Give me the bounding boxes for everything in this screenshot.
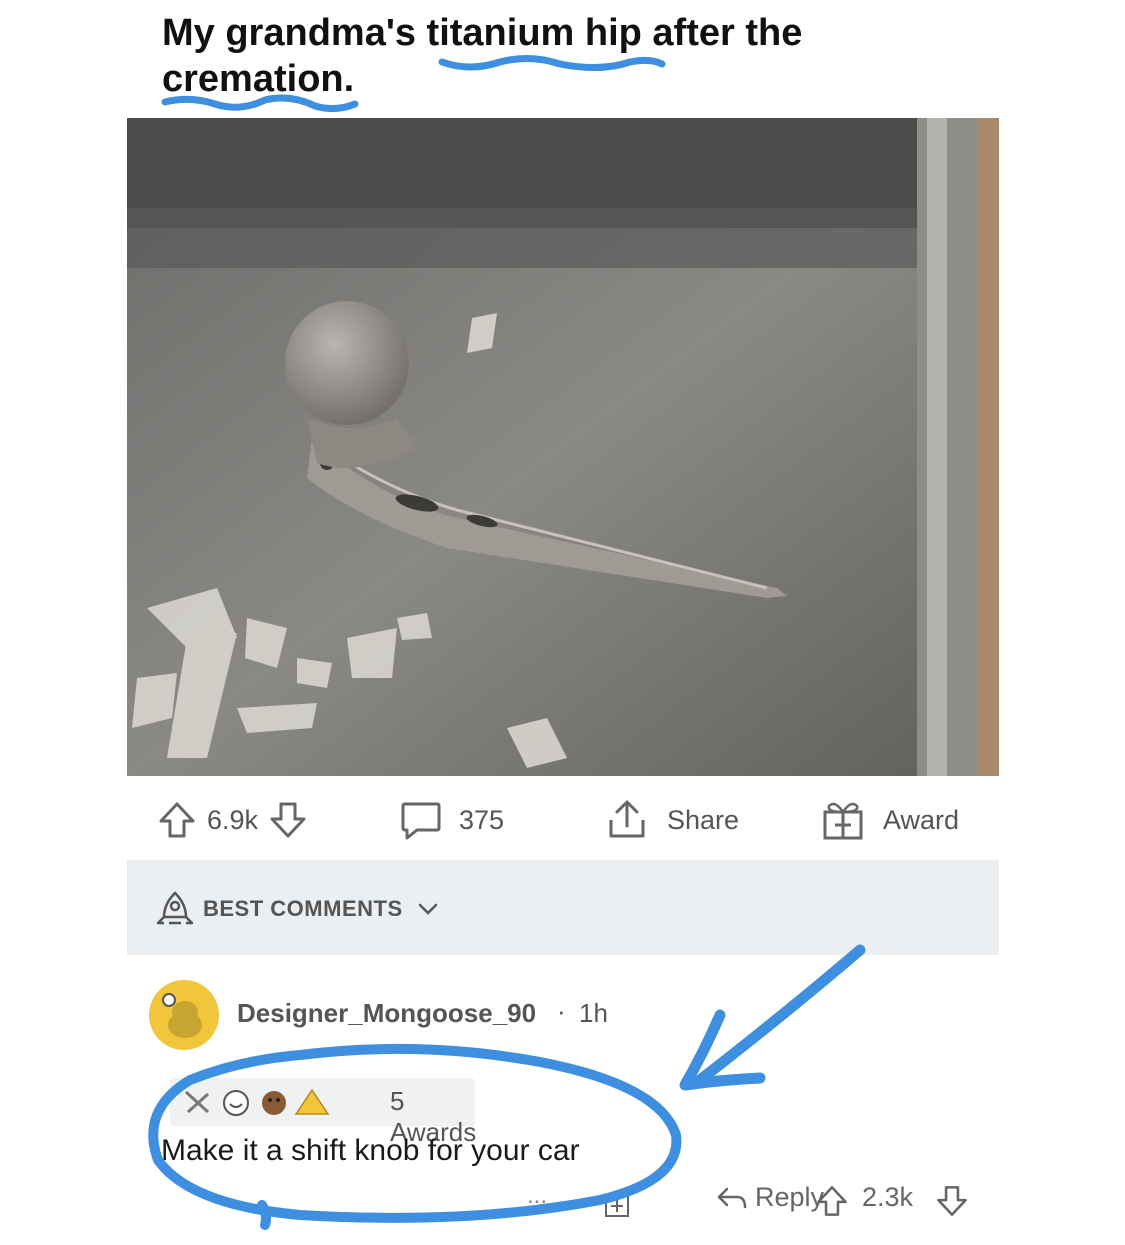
upvote-icon[interactable] bbox=[157, 800, 197, 840]
comment-sort-bar[interactable]: BEST COMMENTS bbox=[127, 860, 999, 955]
award-comment-icon[interactable] bbox=[603, 1190, 631, 1218]
comment-downvote-icon[interactable] bbox=[935, 1184, 969, 1218]
award-icon-4 bbox=[294, 1088, 330, 1115]
comment-body: Make it a shift knob for your car bbox=[161, 1134, 580, 1167]
comment-bubble-icon bbox=[401, 802, 441, 840]
reply-button[interactable]: Reply bbox=[715, 1182, 824, 1213]
reply-arrow-icon bbox=[717, 1187, 747, 1208]
chevron-down-icon bbox=[418, 903, 438, 915]
awards-row[interactable]: 5 Awards bbox=[170, 1078, 476, 1147]
post-title: My grandma's titanium hip after the crem… bbox=[162, 12, 803, 100]
share-label: Share bbox=[667, 804, 740, 835]
post-action-bar: 6.9k 375 Share Award bbox=[127, 790, 999, 850]
award-icon-2 bbox=[223, 1090, 249, 1116]
comment-upvote-icon[interactable] bbox=[815, 1184, 849, 1218]
reply-label: Reply bbox=[755, 1182, 825, 1212]
award-icon-1 bbox=[184, 1090, 210, 1114]
meta-separator: · bbox=[557, 996, 566, 1026]
vote-control: 6.9k bbox=[157, 790, 308, 850]
share-button[interactable]: Share bbox=[605, 790, 739, 850]
share-icon bbox=[609, 800, 645, 838]
comment-count: 375 bbox=[459, 804, 505, 835]
comment: Designer_Mongoose_90 · 1h 5 Awards Make … bbox=[127, 960, 999, 1245]
post-photo bbox=[127, 118, 999, 776]
award-icon-3 bbox=[262, 1091, 286, 1115]
comment-age: 1h bbox=[579, 998, 608, 1028]
award-label: Award bbox=[883, 804, 960, 835]
award-icons bbox=[184, 1088, 330, 1116]
award-button[interactable]: Award bbox=[821, 790, 959, 850]
gift-icon bbox=[823, 802, 863, 840]
comments-button[interactable]: 375 bbox=[399, 790, 504, 850]
post-score: 6.9k bbox=[207, 804, 259, 835]
rocket-icon bbox=[156, 891, 194, 925]
comment-score: 2.3k bbox=[862, 1182, 914, 1212]
comment-username[interactable]: Designer_Mongoose_90 bbox=[237, 998, 536, 1029]
sort-label: BEST COMMENTS bbox=[203, 896, 403, 921]
downvote-icon[interactable] bbox=[268, 800, 308, 840]
avatar[interactable] bbox=[149, 980, 219, 1050]
more-options-icon[interactable]: ... bbox=[527, 1182, 547, 1210]
post-image[interactable] bbox=[127, 118, 999, 776]
